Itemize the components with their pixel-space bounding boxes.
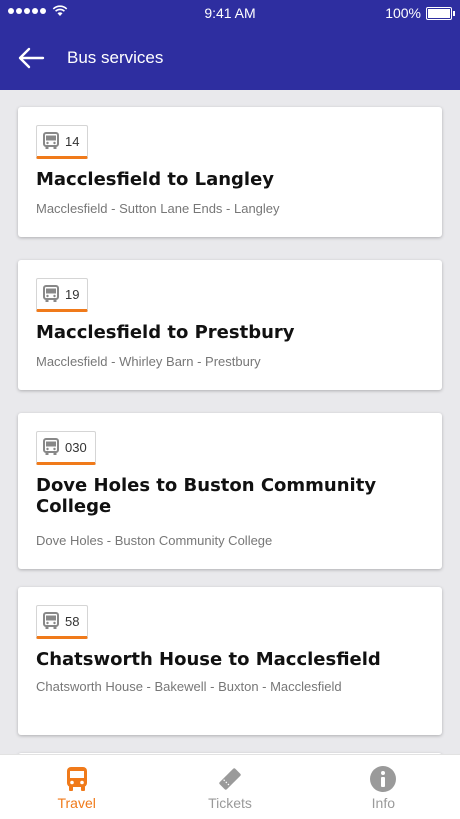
route-stops: Macclesfield - Sutton Lane Ends - Langle… bbox=[36, 201, 280, 216]
route-number-badge: 14 bbox=[36, 125, 89, 159]
tab-travel-label: Travel bbox=[57, 795, 96, 811]
route-stops: Chatsworth House - Bakewell - Buxton - M… bbox=[36, 679, 342, 694]
route-title: Macclesfield to Langley bbox=[36, 169, 275, 190]
info-icon bbox=[370, 766, 397, 792]
tab-travel[interactable]: Travel bbox=[0, 755, 153, 819]
route-number: 19 bbox=[65, 286, 80, 302]
status-bar: 9:41 AM 100% bbox=[0, 0, 460, 26]
bus-icon bbox=[43, 132, 59, 149]
bus-icon bbox=[43, 612, 59, 629]
route-number-badge: 19 bbox=[36, 278, 89, 312]
route-title: Macclesfield to Prestbury bbox=[36, 322, 295, 343]
bus-icon bbox=[43, 285, 59, 302]
route-title: Dove Holes to Buston Community College bbox=[36, 475, 377, 517]
bottom-navigation: Travel Tickets Info bbox=[0, 754, 460, 819]
route-number-badge: 58 bbox=[36, 605, 89, 639]
route-card[interactable]: 030 Dove Holes to Buston Community Colle… bbox=[18, 413, 442, 569]
tab-info[interactable]: Info bbox=[307, 755, 460, 819]
route-number-badge: 030 bbox=[36, 431, 96, 465]
tab-tickets[interactable]: Tickets bbox=[153, 755, 306, 819]
ticket-icon bbox=[219, 768, 241, 790]
back-arrow-icon bbox=[18, 47, 45, 69]
back-button[interactable] bbox=[16, 44, 46, 72]
route-card[interactable]: 19 Macclesfield to Prestbury Macclesfiel… bbox=[18, 260, 442, 390]
route-stops: Macclesfield - Whirley Barn - Prestbury bbox=[36, 354, 261, 369]
battery-icon bbox=[426, 6, 455, 20]
battery-percent: 100% bbox=[385, 5, 421, 21]
route-number: 030 bbox=[65, 439, 87, 455]
bus-icon bbox=[66, 767, 87, 791]
page-title: Bus services bbox=[67, 48, 164, 67]
bus-icon bbox=[43, 438, 59, 455]
tab-tickets-label: Tickets bbox=[208, 795, 252, 811]
app-header: Bus services bbox=[0, 26, 460, 90]
route-card[interactable]: 14 Macclesfield to Langley Macclesfield … bbox=[18, 107, 442, 237]
route-card[interactable]: 58 Chatsworth House to Macclesfield Chat… bbox=[18, 587, 442, 735]
route-stops: Dove Holes - Buston Community College bbox=[36, 533, 273, 548]
route-number: 14 bbox=[65, 133, 80, 149]
route-list: 14 Macclesfield to Langley Macclesfield … bbox=[0, 90, 460, 754]
route-title: Chatsworth House to Macclesfield bbox=[36, 649, 381, 670]
tab-info-label: Info bbox=[371, 795, 395, 811]
route-number: 58 bbox=[65, 613, 80, 629]
